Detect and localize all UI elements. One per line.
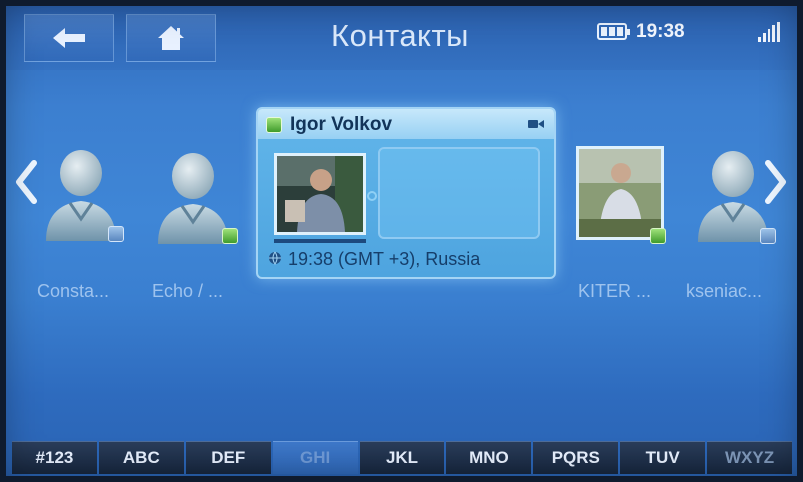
photo-underline	[274, 239, 366, 243]
contact-name: KITER ...	[578, 281, 652, 301]
online-status-badge	[222, 228, 238, 244]
alpha-key-123[interactable]: #123	[12, 441, 97, 474]
alpha-key-pqrs[interactable]: PQRS	[533, 441, 619, 474]
alpha-key-wxyz[interactable]: WXYZ	[707, 441, 793, 474]
home-icon	[158, 26, 184, 50]
selected-contact-card[interactable]: Igor Volkov 19:38 (GMT +3), Russia	[256, 107, 556, 279]
globe-icon	[269, 251, 281, 265]
alpha-key-mno[interactable]: MNO	[446, 441, 532, 474]
away-status-badge	[760, 228, 776, 244]
top-bar: Контакты 19:38	[0, 0, 803, 70]
contact-name: Consta...	[37, 281, 110, 301]
page-title: Контакты	[331, 18, 469, 53]
contact-detail-panel	[378, 147, 540, 239]
arrow-left-icon	[53, 28, 85, 48]
contact-name: Igor Volkov	[290, 114, 393, 135]
connector-dot	[367, 191, 377, 201]
contact-name: kseniac...	[686, 281, 763, 301]
home-button[interactable]	[126, 14, 216, 62]
contact-name: Echo / ...	[152, 281, 224, 301]
card-header: Igor Volkov	[258, 109, 554, 139]
online-status-badge	[266, 117, 282, 133]
alphabet-index-bar: #123 ABC DEF GHI JKL MNO PQRS TUV WXYZ	[12, 441, 793, 474]
chevron-left-icon[interactable]	[14, 160, 38, 204]
status-clock: 19:38	[636, 21, 685, 42]
online-status-badge	[650, 228, 666, 244]
contact-photo	[274, 153, 366, 235]
battery-icon	[597, 23, 630, 40]
alpha-key-tuv[interactable]: TUV	[620, 441, 706, 474]
alpha-key-jkl[interactable]: JKL	[359, 441, 445, 474]
contact-timezone: 19:38 (GMT +3), Russia	[288, 249, 481, 269]
contacts-screen: Контакты 19:38 Consta... Echo / ... Igor…	[0, 0, 803, 482]
back-button[interactable]	[24, 14, 114, 62]
signal-icon	[758, 22, 780, 42]
contact-photo	[576, 146, 664, 240]
video-call-icon[interactable]	[528, 119, 544, 129]
alpha-key-abc[interactable]: ABC	[98, 441, 184, 474]
away-status-badge	[108, 226, 124, 242]
alpha-key-def[interactable]: DEF	[185, 441, 271, 474]
alpha-key-ghi[interactable]: GHI	[272, 441, 358, 474]
